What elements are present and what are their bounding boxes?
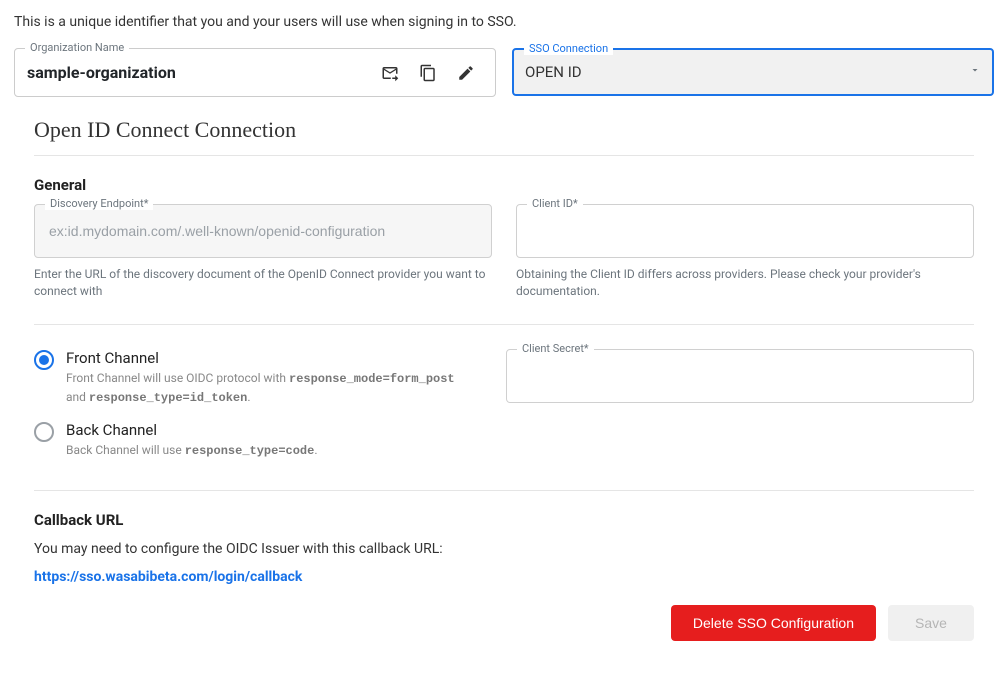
discovery-endpoint-field[interactable]: Discovery Endpoint* bbox=[34, 204, 492, 258]
callback-url-link[interactable]: https://sso.wasabibeta.com/login/callbac… bbox=[34, 569, 302, 585]
chevron-down-icon bbox=[969, 64, 981, 80]
discovery-helper: Enter the URL of the discovery document … bbox=[34, 266, 492, 300]
callback-title: Callback URL bbox=[34, 511, 974, 529]
front-channel-radio[interactable]: Front Channel Front Channel will use OID… bbox=[34, 349, 462, 407]
back-channel-label: Back Channel bbox=[66, 421, 318, 439]
org-name-label: Organization Name bbox=[25, 41, 129, 54]
sso-connection-label: SSO Connection bbox=[524, 42, 613, 55]
client-secret-field[interactable]: Client Secret* bbox=[506, 349, 974, 403]
client-id-label: Client ID* bbox=[527, 197, 583, 210]
client-id-field[interactable]: Client ID* bbox=[516, 204, 974, 258]
org-name-value: sample-organization bbox=[27, 63, 381, 82]
mail-icon[interactable] bbox=[381, 64, 399, 82]
front-channel-desc: Front Channel will use OIDC protocol wit… bbox=[66, 369, 462, 407]
discovery-endpoint-label: Discovery Endpoint* bbox=[45, 197, 153, 210]
radio-unselected-icon bbox=[34, 422, 54, 442]
divider bbox=[34, 324, 974, 325]
client-secret-input[interactable] bbox=[521, 368, 959, 384]
save-button: Save bbox=[888, 605, 974, 641]
callback-text: You may need to configure the OIDC Issue… bbox=[34, 541, 974, 557]
sso-connection-select[interactable]: SSO Connection OPEN ID bbox=[512, 48, 994, 96]
delete-sso-button[interactable]: Delete SSO Configuration bbox=[671, 605, 876, 641]
edit-icon[interactable] bbox=[457, 64, 475, 82]
client-id-helper: Obtaining the Client ID differs across p… bbox=[516, 266, 974, 300]
client-secret-label: Client Secret* bbox=[517, 342, 594, 355]
back-channel-radio[interactable]: Back Channel Back Channel will use respo… bbox=[34, 421, 462, 460]
client-id-input[interactable] bbox=[531, 223, 959, 239]
back-channel-desc: Back Channel will use response_type=code… bbox=[66, 441, 318, 460]
sso-connection-value: OPEN ID bbox=[525, 63, 969, 81]
divider bbox=[34, 155, 974, 156]
discovery-endpoint-input[interactable] bbox=[49, 223, 477, 239]
org-name-field: Organization Name sample-organization bbox=[14, 48, 496, 97]
general-title: General bbox=[34, 176, 974, 194]
divider bbox=[34, 490, 974, 491]
sso-intro-text: This is a unique identifier that you and… bbox=[14, 14, 994, 30]
oidc-section-title: Open ID Connect Connection bbox=[34, 117, 994, 143]
radio-selected-icon bbox=[34, 350, 54, 370]
copy-icon[interactable] bbox=[419, 64, 437, 82]
front-channel-label: Front Channel bbox=[66, 349, 462, 367]
